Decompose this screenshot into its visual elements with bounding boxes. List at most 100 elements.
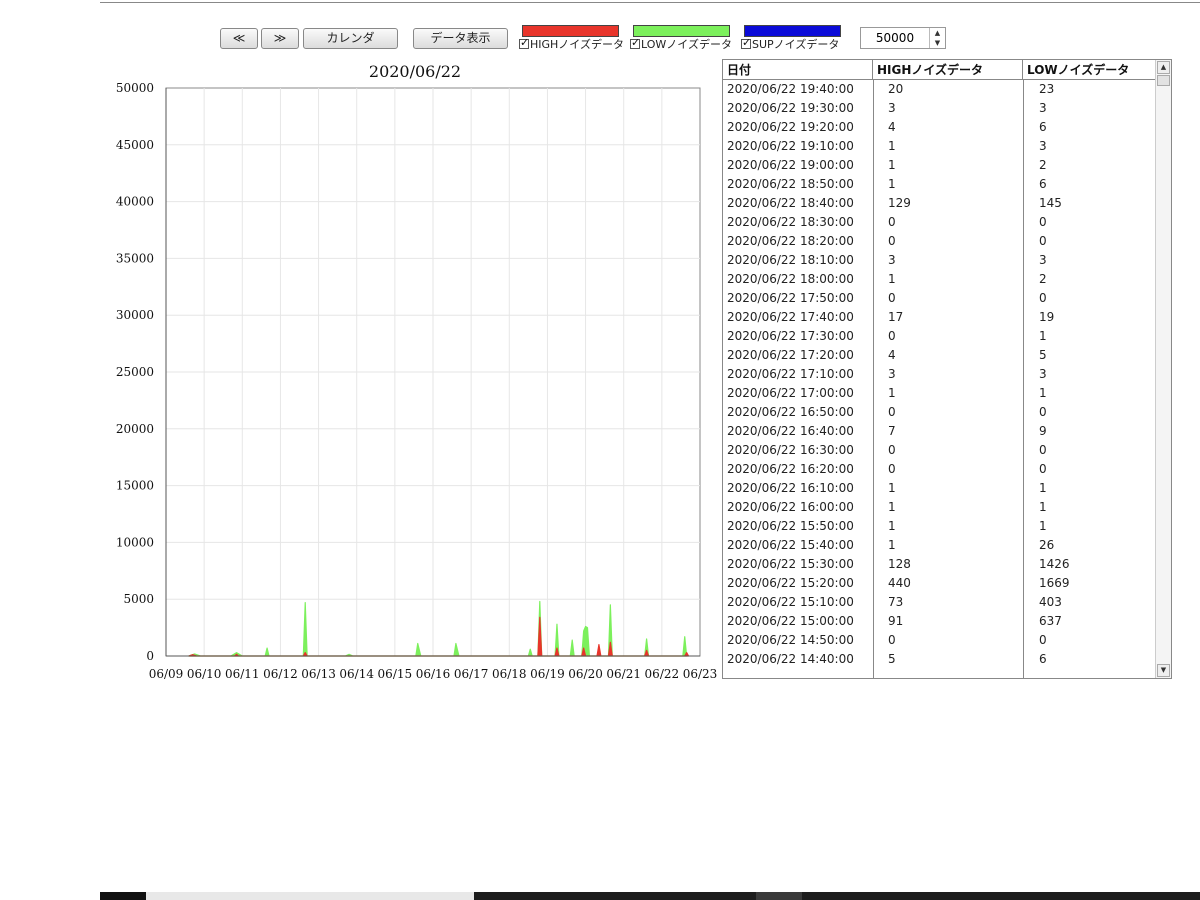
- table-row[interactable]: 2020/06/22 19:00:00 1 2: [723, 156, 1156, 175]
- table-row[interactable]: 2020/06/22 16:30:00 0 0: [723, 441, 1156, 460]
- low-noise-checkbox[interactable]: LOWノイズデータ: [630, 36, 732, 52]
- table-row[interactable]: 2020/06/22 19:40:00 20 23: [723, 80, 1156, 99]
- table-row[interactable]: 2020/06/22 15:30:00 128 1426: [723, 555, 1156, 574]
- ymax-spinner[interactable]: ▲▼: [860, 27, 946, 49]
- table-row[interactable]: 2020/06/22 18:50:00 1 6: [723, 175, 1156, 194]
- calendar-button[interactable]: カレンダ: [303, 28, 398, 49]
- table-row[interactable]: 2020/06/22 15:10:00 73 403: [723, 593, 1156, 612]
- y-tick-label: 40000: [116, 195, 154, 209]
- cell-date: 2020/06/22 17:10:00: [727, 367, 854, 381]
- cell-date: 2020/06/22 15:30:00: [727, 557, 854, 571]
- column-header-date[interactable]: 日付: [723, 60, 873, 80]
- table-row[interactable]: 2020/06/22 18:30:00 0 0: [723, 213, 1156, 232]
- table-row[interactable]: 2020/06/22 19:10:00 1 3: [723, 137, 1156, 156]
- table-row[interactable]: 2020/06/22 15:20:00 440 1669: [723, 574, 1156, 593]
- data-view-button[interactable]: データ表示: [413, 28, 508, 49]
- table-row[interactable]: 2020/06/22 18:20:00 0 0: [723, 232, 1156, 251]
- table-row[interactable]: 2020/06/22 15:40:00 1 26: [723, 536, 1156, 555]
- high-noise-checkbox[interactable]: HIGHノイズデータ: [519, 36, 624, 52]
- cell-high: 3: [888, 253, 896, 267]
- cell-date: 2020/06/22 15:20:00: [727, 576, 854, 590]
- cell-low: 3: [1039, 139, 1047, 153]
- x-tick-label: 06/23: [683, 667, 718, 681]
- cell-high: 4: [888, 120, 896, 134]
- table-row[interactable]: 2020/06/22 14:40:00 5 6: [723, 650, 1156, 669]
- taskbar-start[interactable]: [100, 892, 146, 900]
- cell-high: 1: [888, 272, 896, 286]
- table-row[interactable]: 2020/06/22 16:40:00 7 9: [723, 422, 1156, 441]
- y-tick-label: 30000: [116, 308, 154, 322]
- cell-high: 0: [888, 291, 896, 305]
- sup-noise-checkbox[interactable]: SUPノイズデータ: [741, 36, 839, 52]
- table-row[interactable]: 2020/06/22 16:00:00 1 1: [723, 498, 1156, 517]
- y-tick-label: 10000: [116, 535, 154, 549]
- cell-low: 19: [1039, 310, 1055, 324]
- cell-date: 2020/06/22 17:50:00: [727, 291, 854, 305]
- cell-low: 0: [1039, 462, 1047, 476]
- cell-low: 1426: [1039, 557, 1070, 571]
- table-row[interactable]: 2020/06/22 17:00:00 1 1: [723, 384, 1156, 403]
- table-row[interactable]: 2020/06/22 16:10:00 1 1: [723, 479, 1156, 498]
- cell-high: 440: [888, 576, 911, 590]
- x-tick-label: 06/13: [301, 667, 336, 681]
- cell-low: 5: [1039, 348, 1047, 362]
- table-row[interactable]: 2020/06/22 16:20:00 0 0: [723, 460, 1156, 479]
- cell-high: 129: [888, 196, 911, 210]
- scroll-down-icon[interactable]: ▼: [1157, 664, 1170, 677]
- cell-high: 7: [888, 424, 896, 438]
- table-row[interactable]: 2020/06/22 19:20:00 4 6: [723, 118, 1156, 137]
- arrow-up-icon[interactable]: ▲: [930, 28, 945, 38]
- column-header-high[interactable]: HIGHノイズデータ: [873, 60, 1023, 80]
- cell-date: 2020/06/22 18:30:00: [727, 215, 854, 229]
- checkbox-checked-icon: [630, 36, 640, 50]
- high-noise-swatch: [522, 25, 619, 37]
- cell-low: 3: [1039, 367, 1047, 381]
- cell-date: 2020/06/22 15:00:00: [727, 614, 854, 628]
- spinner-arrows[interactable]: ▲ ▼: [929, 28, 945, 48]
- table-row[interactable]: 2020/06/22 15:00:00 91 637: [723, 612, 1156, 631]
- column-header-low[interactable]: LOWノイズデータ: [1023, 60, 1156, 80]
- table-row[interactable]: 2020/06/22 18:40:00 129 145: [723, 194, 1156, 213]
- table-row[interactable]: 2020/06/22 17:10:00 3 3: [723, 365, 1156, 384]
- cell-date: 2020/06/22 14:40:00: [727, 652, 854, 666]
- prev-button[interactable]: ≪: [220, 28, 258, 49]
- cell-low: 0: [1039, 234, 1047, 248]
- table-row[interactable]: 2020/06/22 17:20:00 4 5: [723, 346, 1156, 365]
- cell-low: 0: [1039, 405, 1047, 419]
- cell-high: 0: [888, 215, 896, 229]
- scroll-up-icon[interactable]: ▲: [1157, 61, 1170, 74]
- x-tick-label: 06/11: [225, 667, 260, 681]
- cell-high: 0: [888, 234, 896, 248]
- table-row[interactable]: 2020/06/22 17:50:00 0 0: [723, 289, 1156, 308]
- vertical-scrollbar[interactable]: ▲ ▼: [1155, 60, 1171, 678]
- table-row[interactable]: 2020/06/22 18:10:00 3 3: [723, 251, 1156, 270]
- cell-high: 0: [888, 462, 896, 476]
- cell-high: 1: [888, 139, 896, 153]
- cell-high: 128: [888, 557, 911, 571]
- table-row[interactable]: 2020/06/22 15:50:00 1 1: [723, 517, 1156, 536]
- table-row[interactable]: 2020/06/22 17:40:00 17 19: [723, 308, 1156, 327]
- cell-date: 2020/06/22 15:40:00: [727, 538, 854, 552]
- next-button[interactable]: ≫: [261, 28, 299, 49]
- table-row[interactable]: 2020/06/22 19:30:00 3 3: [723, 99, 1156, 118]
- table-row[interactable]: 2020/06/22 14:50:00 0 0: [723, 631, 1156, 650]
- cell-date: 2020/06/22 16:20:00: [727, 462, 854, 476]
- cell-low: 0: [1039, 291, 1047, 305]
- scroll-thumb[interactable]: [1157, 75, 1170, 86]
- y-tick-label: 35000: [116, 251, 154, 265]
- arrow-down-icon[interactable]: ▼: [930, 38, 945, 48]
- table-row[interactable]: 2020/06/22 18:00:00 1 2: [723, 270, 1156, 289]
- cell-date: 2020/06/22 15:50:00: [727, 519, 854, 533]
- cell-high: 1: [888, 481, 896, 495]
- taskbar-app[interactable]: [756, 892, 802, 900]
- table-row[interactable]: 2020/06/22 16:50:00 0 0: [723, 403, 1156, 422]
- toolbar: ≪ ≫ カレンダ データ表示 HIGHノイズデータ LOWノイズデータ SUPノ…: [0, 0, 1200, 60]
- y-tick-label: 20000: [116, 422, 154, 436]
- cell-high: 1: [888, 177, 896, 191]
- table-row[interactable]: 2020/06/22 17:30:00 0 1: [723, 327, 1156, 346]
- taskbar-search[interactable]: [146, 892, 474, 900]
- ymax-input[interactable]: [861, 28, 929, 48]
- cell-date: 2020/06/22 19:10:00: [727, 139, 854, 153]
- cell-date: 2020/06/22 17:30:00: [727, 329, 854, 343]
- cell-low: 2: [1039, 158, 1047, 172]
